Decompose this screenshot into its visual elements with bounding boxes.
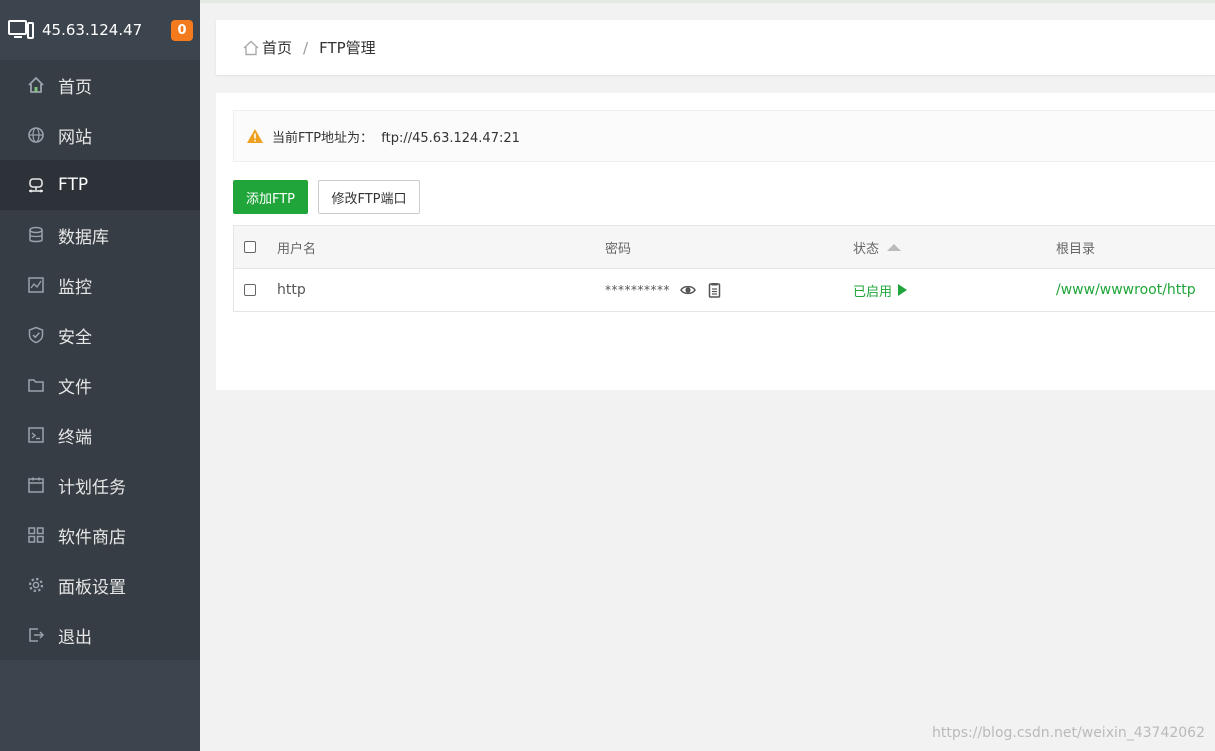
sidebar: 45.63.124.47 0 首页 网站 FTP 数据库 监控 安全 文件 终端… bbox=[0, 0, 200, 751]
sidebar-item-label: 面板设置 bbox=[58, 577, 126, 598]
warning-icon bbox=[246, 128, 264, 144]
row-root-cell: /www/wwwroot/http bbox=[1056, 269, 1196, 311]
breadcrumb-separator: / bbox=[303, 38, 309, 57]
gear-icon bbox=[26, 575, 46, 595]
change-ftp-port-button[interactable]: 修改FTP端口 bbox=[318, 180, 420, 214]
server-header: 45.63.124.47 0 bbox=[0, 0, 200, 60]
select-all-cell bbox=[244, 226, 256, 268]
sidebar-item-label: 文件 bbox=[58, 377, 92, 398]
copy-icon[interactable] bbox=[706, 282, 722, 298]
home-icon[interactable] bbox=[242, 39, 260, 57]
status-toggle[interactable]: 已启用 bbox=[853, 281, 908, 300]
sidebar-item-label: 安全 bbox=[58, 327, 92, 348]
grid-icon bbox=[26, 525, 46, 545]
sidebar-menu: 首页 网站 FTP 数据库 监控 安全 文件 终端 计划任务 软件商店 面板设置… bbox=[0, 60, 200, 660]
home-icon bbox=[26, 75, 46, 95]
server-ip: 45.63.124.47 bbox=[42, 21, 143, 39]
column-username: 用户名 bbox=[277, 241, 317, 257]
sidebar-item-label: FTP bbox=[58, 175, 89, 195]
row-username: http bbox=[277, 282, 306, 298]
sidebar-item-label: 数据库 bbox=[58, 227, 109, 248]
sidebar-item-files[interactable]: 文件 bbox=[0, 360, 200, 410]
sidebar-item-ftp[interactable]: FTP bbox=[0, 160, 200, 210]
sidebar-item-label: 软件商店 bbox=[58, 527, 126, 548]
notification-badge[interactable]: 0 bbox=[171, 20, 193, 41]
sidebar-item-label: 首页 bbox=[58, 77, 92, 98]
column-status-cell[interactable]: 状态 bbox=[853, 226, 902, 268]
sidebar-item-label: 网站 bbox=[58, 127, 92, 148]
logout-icon bbox=[26, 625, 46, 645]
sidebar-item-home[interactable]: 首页 bbox=[0, 60, 200, 110]
breadcrumb: 首页 / FTP管理 bbox=[216, 20, 1215, 75]
sidebar-item-label: 监控 bbox=[58, 277, 92, 298]
sidebar-item-cron[interactable]: 计划任务 bbox=[0, 460, 200, 510]
play-icon bbox=[898, 284, 908, 296]
terminal-icon bbox=[26, 425, 46, 445]
folder-icon bbox=[26, 375, 46, 395]
sidebar-item-label: 退出 bbox=[58, 627, 92, 648]
breadcrumb-current: FTP管理 bbox=[319, 39, 376, 57]
watermark: https://blog.csdn.net/weixin_43742062 bbox=[931, 725, 1205, 741]
breadcrumb-home[interactable]: 首页 bbox=[262, 37, 292, 58]
select-all-checkbox[interactable] bbox=[244, 241, 256, 253]
row-password-cell: ********** bbox=[605, 269, 722, 311]
column-password: 密码 bbox=[605, 241, 632, 257]
sidebar-item-monitor[interactable]: 监控 bbox=[0, 260, 200, 310]
sidebar-item-website[interactable]: 网站 bbox=[0, 110, 200, 160]
root-path-link[interactable]: /www/wwwroot/http bbox=[1056, 282, 1196, 298]
ftp-address-text: 当前FTP地址为： ftp://45.63.124.47:21 bbox=[272, 130, 520, 146]
ftp-icon bbox=[26, 175, 46, 195]
add-ftp-button[interactable]: 添加FTP bbox=[233, 180, 308, 214]
sidebar-item-terminal[interactable]: 终端 bbox=[0, 410, 200, 460]
monitor-icon bbox=[26, 275, 46, 295]
status-label: 已启用 bbox=[853, 284, 893, 300]
sort-up-icon[interactable] bbox=[887, 243, 902, 251]
sidebar-item-logout[interactable]: 退出 bbox=[0, 610, 200, 660]
computer-icon bbox=[8, 19, 34, 41]
ftp-table: 用户名 密码 状态 根目录 http ********** 已启用 /www/w… bbox=[233, 225, 1215, 312]
ftp-panel: 当前FTP地址为： ftp://45.63.124.47:21 添加FTP 修改… bbox=[216, 93, 1215, 390]
sidebar-item-database[interactable]: 数据库 bbox=[0, 210, 200, 260]
top-border bbox=[200, 0, 1215, 3]
table-row: http ********** 已启用 /www/wwwroot/http bbox=[234, 269, 1215, 311]
globe-icon bbox=[26, 125, 46, 145]
row-password: ********** bbox=[605, 283, 670, 297]
eye-icon[interactable] bbox=[680, 282, 696, 298]
row-status-cell: 已启用 bbox=[853, 269, 908, 311]
table-header: 用户名 密码 状态 根目录 bbox=[234, 226, 1215, 269]
column-status: 状态 bbox=[853, 241, 880, 257]
ftp-address-alert: 当前FTP地址为： ftp://45.63.124.47:21 bbox=[233, 110, 1215, 162]
sidebar-item-settings[interactable]: 面板设置 bbox=[0, 560, 200, 610]
shield-icon bbox=[26, 325, 46, 345]
row-checkbox[interactable] bbox=[244, 284, 256, 296]
sidebar-item-security[interactable]: 安全 bbox=[0, 310, 200, 360]
database-icon bbox=[26, 225, 46, 245]
sidebar-item-store[interactable]: 软件商店 bbox=[0, 510, 200, 560]
sidebar-item-label: 终端 bbox=[58, 427, 92, 448]
calendar-icon bbox=[26, 475, 46, 495]
sidebar-item-label: 计划任务 bbox=[58, 477, 126, 498]
column-root: 根目录 bbox=[1056, 241, 1096, 257]
row-select-cell bbox=[244, 269, 256, 311]
